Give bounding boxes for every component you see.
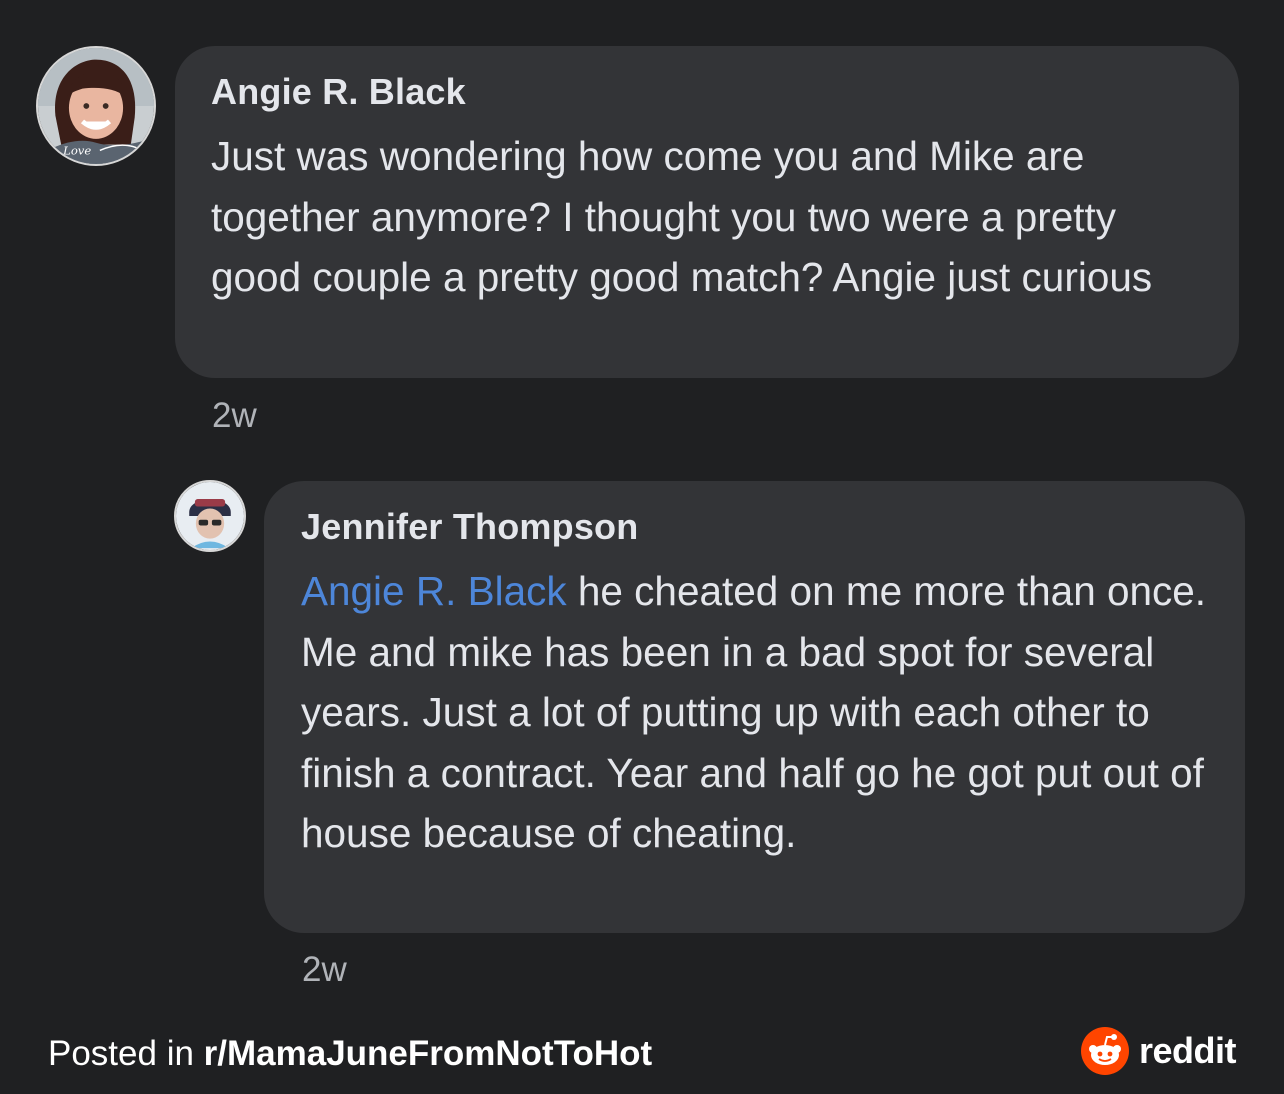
mention-link[interactable]: Angie R. Black	[301, 568, 567, 614]
profile-photo-icon: Love	[38, 48, 154, 164]
subreddit-name[interactable]: r/MamaJuneFromNotToHot	[204, 1034, 653, 1073]
reddit-snoo-icon	[1080, 1027, 1129, 1075]
comment-body: Angie R. Black he cheated on me more tha…	[301, 561, 1209, 864]
comment-timestamp[interactable]: 2w	[212, 396, 257, 436]
avatar-script: Love	[62, 143, 91, 157]
comment-author[interactable]: Jennifer Thompson	[301, 509, 1209, 545]
comment-body: Just was wondering how come you and Mike…	[211, 133, 1153, 300]
posted-in-prefix: Posted in	[48, 1034, 204, 1073]
comment-timestamp[interactable]: 2w	[302, 950, 347, 990]
comment-bubble-1: Angie R. Black Just was wondering how co…	[175, 46, 1239, 378]
reddit-logo[interactable]: reddit	[1080, 1027, 1237, 1075]
avatar-angie[interactable]: Love	[36, 46, 156, 166]
comment-bubble-2: Jennifer Thompson Angie R. Black he chea…	[264, 481, 1245, 933]
comment-author[interactable]: Angie R. Black	[211, 74, 1203, 110]
profile-photo-icon	[176, 482, 244, 550]
reddit-wordmark: reddit	[1138, 1030, 1237, 1071]
avatar-jennifer[interactable]	[174, 480, 246, 552]
posted-in-caption: Posted in r/MamaJuneFromNotToHot	[48, 1034, 652, 1074]
